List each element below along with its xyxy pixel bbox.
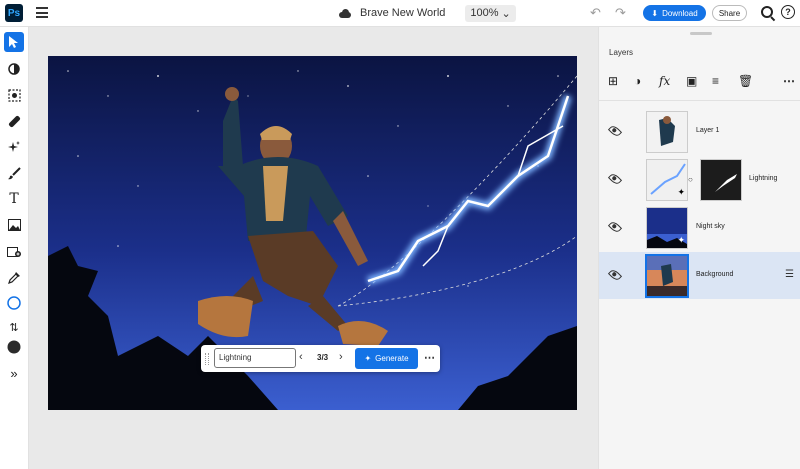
generate-button[interactable]: ✦ Generate (355, 348, 418, 369)
document-title-area: Brave New World 100% ⌄ (338, 0, 516, 26)
download-button[interactable]: ⬇ Download (643, 5, 706, 21)
layer-mask-thumbnail[interactable] (700, 159, 742, 201)
more-options-icon[interactable]: ⋯ (424, 351, 435, 364)
shape-circle-icon[interactable] (4, 293, 24, 313)
zoom-dropdown[interactable]: 100% ⌄ (465, 4, 516, 22)
mask-icon[interactable]: ▣ (686, 74, 697, 88)
select-subject-icon[interactable] (4, 85, 24, 105)
add-image-icon[interactable] (4, 241, 24, 261)
layer-row[interactable]: Layer 1 (599, 108, 800, 155)
layer-name: Lightning (749, 175, 778, 182)
redo-icon[interactable]: ↷ (615, 5, 626, 21)
help-icon[interactable]: ? (781, 5, 795, 19)
chevron-left-icon[interactable]: ‹ (299, 351, 303, 363)
panel-title: Layers (609, 48, 634, 57)
add-layer-icon[interactable]: ⊞ (608, 74, 618, 88)
visibility-eye-icon[interactable] (607, 267, 623, 283)
layer-name: Layer 1 (696, 127, 720, 134)
link-icon[interactable]: ○ (688, 175, 693, 184)
layer-thumbnail: ✦ (646, 207, 688, 249)
layers-panel: Layers ⊞ ◑ fx ▣ ≡ 🗑 ⋯ Layer 1 ✦ ○ Lightn… (598, 27, 800, 469)
layer-row-selected[interactable]: Background ☰ (599, 252, 800, 299)
prompt-input[interactable] (214, 348, 296, 368)
color-swatch-icon[interactable] (4, 337, 24, 357)
type-tool-icon[interactable]: T (4, 189, 24, 209)
layer-actions: ⊞ ◑ fx ▣ ≡ 🗑 ⋯ (599, 71, 800, 93)
image-tool-icon[interactable] (4, 215, 24, 235)
eyedropper-icon[interactable] (4, 267, 24, 287)
zoom-value: 100% (470, 7, 499, 19)
healing-brush-icon[interactable] (4, 111, 24, 131)
variation-counter: 3/3 (317, 353, 329, 362)
adjustment-tool-icon[interactable] (4, 59, 24, 79)
app-logo: Ps (5, 4, 23, 22)
visibility-eye-icon[interactable] (607, 219, 623, 235)
top-bar: Ps Brave New World 100% ⌄ ↶ ↷ ⬇ Download… (0, 0, 800, 27)
chevron-double-right-icon[interactable]: » (4, 363, 24, 383)
search-icon[interactable] (761, 6, 773, 18)
more-options-icon[interactable]: ⋯ (783, 74, 795, 88)
swap-colors-icon[interactable]: ⇅ (4, 317, 24, 337)
menu-icon[interactable] (36, 7, 48, 18)
chevron-right-icon[interactable]: › (339, 351, 343, 363)
layer-thumbnail (646, 111, 688, 153)
generative-fill-bar: ‹ 3/3 › ✦ Generate ⋯ (201, 345, 440, 372)
effects-icon[interactable]: fx (659, 74, 670, 88)
layer-thumbnail: ✦ (646, 159, 688, 201)
brush-icon[interactable] (4, 163, 24, 183)
generated-badge-icon: ✦ (677, 187, 685, 197)
visibility-eye-icon[interactable] (607, 123, 623, 139)
chevron-down-icon: ⌄ (501, 7, 511, 20)
generative-fill-icon[interactable] (4, 137, 24, 157)
layer-properties-icon[interactable]: ☰ (785, 269, 794, 280)
delete-icon[interactable]: 🗑 (738, 74, 753, 88)
layer-name: Background (696, 271, 734, 278)
download-icon: ⬇ (651, 8, 659, 18)
layer-row[interactable]: ✦ Night sky (599, 204, 800, 251)
drag-handle[interactable] (205, 353, 209, 365)
move-tool-icon[interactable] (4, 32, 24, 52)
layer-row[interactable]: ✦ ○ Lightning (599, 156, 800, 203)
generate-label: Generate (375, 354, 409, 363)
layer-name: Night sky (696, 223, 725, 230)
undo-icon[interactable]: ↶ (590, 5, 601, 21)
layers-stack-icon[interactable]: ≡ (712, 74, 719, 88)
adjustment-layer-icon[interactable]: ◑ (634, 74, 641, 88)
divider (599, 100, 800, 101)
panel-grip[interactable] (690, 32, 712, 35)
generate-icon: ✦ (364, 354, 372, 363)
visibility-eye-icon[interactable] (607, 171, 623, 187)
download-label: Download (662, 8, 698, 18)
share-button[interactable]: Share (712, 5, 747, 21)
document-title[interactable]: Brave New World (360, 7, 445, 19)
tools-panel: T ⇅ » (0, 27, 29, 469)
layer-thumbnail (645, 254, 689, 298)
generated-badge-icon: ✦ (677, 235, 685, 245)
cloud-icon (338, 8, 352, 18)
